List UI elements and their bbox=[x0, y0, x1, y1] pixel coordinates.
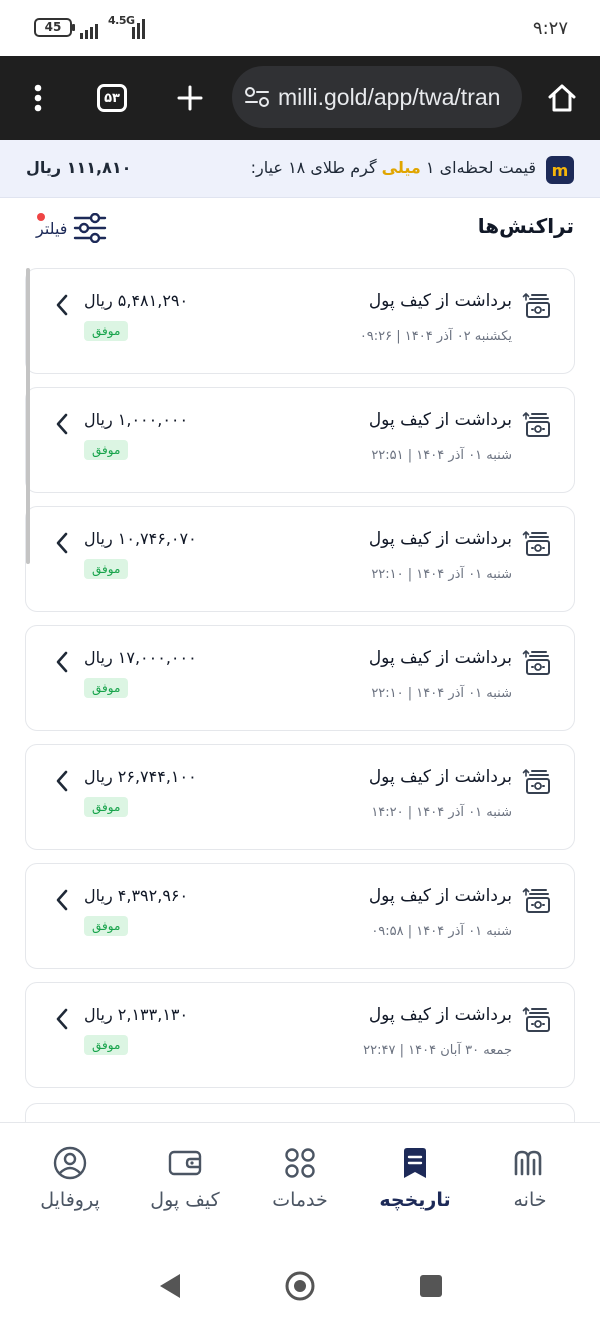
nav-item-wallet[interactable]: کیف پول bbox=[125, 1123, 245, 1241]
chevron-left-icon[interactable] bbox=[54, 650, 70, 674]
nav-label-home: خانه bbox=[513, 1189, 547, 1211]
status-badge: موفق bbox=[84, 559, 129, 579]
status-badge: موفق bbox=[84, 797, 129, 817]
transaction-date: جمعه ۳۰ آبان ۱۴۰۴ | ۲۲:۴۷ bbox=[363, 1043, 512, 1058]
home-logo-icon bbox=[512, 1145, 548, 1181]
new-tab-icon[interactable] bbox=[168, 76, 212, 120]
chevron-left-icon[interactable] bbox=[54, 1007, 70, 1031]
transaction-type: برداشت از کیف پول bbox=[368, 410, 512, 430]
transaction-type: برداشت از کیف پول bbox=[368, 1005, 512, 1025]
transaction-type: برداشت از کیف پول bbox=[368, 886, 512, 906]
nav-item-history[interactable]: تاریخچه bbox=[355, 1123, 475, 1241]
chevron-left-icon[interactable] bbox=[54, 293, 70, 317]
withdraw-icon bbox=[522, 531, 550, 556]
nav-item-services[interactable]: خدمات bbox=[240, 1123, 360, 1241]
transaction-type: برداشت از کیف پول bbox=[368, 767, 512, 787]
back-icon[interactable] bbox=[158, 1272, 182, 1300]
ticker-label-start: قیمت لحظه‌ای ۱ bbox=[420, 158, 536, 177]
wallet-icon bbox=[167, 1145, 203, 1181]
transaction-type: برداشت از کیف پول bbox=[368, 529, 512, 549]
transaction-amount: ۵,۴۸۱,۲۹۰ ریال bbox=[84, 291, 189, 310]
withdraw-icon bbox=[522, 1007, 550, 1032]
network-type: 4.5G bbox=[108, 14, 135, 27]
transaction-type: برداشت از کیف پول bbox=[368, 648, 512, 668]
transaction-card[interactable]: برداشت از کیف پول شنبه ۰۱ آذر ۱۴۰۴ | ۲۲:… bbox=[25, 625, 575, 731]
nav-item-profile[interactable]: پروفایل bbox=[10, 1123, 130, 1241]
menu-icon[interactable] bbox=[16, 76, 60, 120]
transaction-amount: ۴,۳۹۲,۹۶۰ ریال bbox=[84, 886, 189, 905]
status-badge: موفق bbox=[84, 916, 129, 936]
profile-icon bbox=[52, 1145, 88, 1181]
transaction-date: شنبه ۰۱ آذر ۱۴۰۴ | ۱۴:۲۰ bbox=[371, 805, 512, 820]
nav-label-wallet: کیف پول bbox=[150, 1189, 220, 1211]
ticker-label: قیمت لحظه‌ای ۱ میلی گرم طلای ۱۸ عیار: bbox=[251, 158, 536, 177]
transaction-card[interactable]: برداشت از کیف پول یکشنبه ۰۲ آذر ۱۴۰۴ | ۰… bbox=[25, 268, 575, 374]
chevron-left-icon[interactable] bbox=[54, 769, 70, 793]
ticker-label-end: گرم طلای ۱۸ عیار: bbox=[250, 158, 382, 177]
filter-indicator-dot bbox=[37, 213, 45, 221]
transaction-amount: ۲۶,۷۴۴,۱۰۰ ریال bbox=[84, 767, 197, 786]
chevron-left-icon[interactable] bbox=[54, 531, 70, 555]
chevron-left-icon[interactable] bbox=[54, 412, 70, 436]
status-badge: موفق bbox=[84, 1035, 129, 1055]
battery-level: 45 bbox=[44, 20, 62, 34]
transaction-type: برداشت از کیف پول bbox=[368, 291, 512, 311]
filter-sliders-icon bbox=[74, 213, 107, 243]
home-icon[interactable] bbox=[540, 76, 584, 120]
filter-label: فیلتر bbox=[36, 218, 68, 238]
services-grid-icon bbox=[282, 1145, 318, 1181]
ticker-highlight: میلی bbox=[381, 158, 421, 177]
chevron-left-icon[interactable] bbox=[54, 888, 70, 912]
bottom-navigation: خانه تاریخچه خدمات کیف پول پروفایل bbox=[0, 1122, 600, 1240]
site-settings-icon[interactable] bbox=[244, 86, 270, 108]
history-icon bbox=[397, 1145, 433, 1181]
status-badge: موفق bbox=[84, 321, 129, 341]
transaction-amount: ۲,۱۳۳,۱۳۰ ریال bbox=[84, 1005, 189, 1024]
filter-button[interactable]: فیلتر bbox=[36, 212, 107, 244]
transaction-list: برداشت از کیف پول یکشنبه ۰۲ آذر ۱۴۰۴ | ۰… bbox=[25, 268, 575, 1088]
transaction-card[interactable]: برداشت از کیف پول جمعه ۳۰ آبان ۱۴۰۴ | ۲۲… bbox=[25, 982, 575, 1088]
transaction-amount: ۱۷,۰۰۰,۰۰۰ ریال bbox=[84, 648, 197, 667]
logo-letter: m bbox=[551, 160, 569, 180]
withdraw-icon bbox=[522, 650, 550, 675]
transaction-date: شنبه ۰۱ آذر ۱۴۰۴ | ۰۹:۵۸ bbox=[371, 924, 512, 939]
url-bar[interactable]: milli.gold/app/twa/tran bbox=[232, 66, 522, 128]
transaction-card[interactable]: برداشت از کیف پول شنبه ۰۱ آذر ۱۴۰۴ | ۲۲:… bbox=[25, 506, 575, 612]
home-circle-icon[interactable] bbox=[284, 1270, 316, 1302]
milli-logo-icon: m bbox=[546, 156, 574, 184]
transaction-date: یکشنبه ۰۲ آذر ۱۴۰۴ | ۰۹:۲۶ bbox=[359, 329, 512, 344]
nav-item-home[interactable]: خانه bbox=[470, 1123, 590, 1241]
status-bar: 45 4.5G ۹:۲۷ bbox=[0, 0, 600, 56]
nav-label-history: تاریخچه bbox=[379, 1189, 451, 1211]
transaction-card[interactable]: برداشت از کیف پول شنبه ۰۱ آذر ۱۴۰۴ | ۲۲:… bbox=[25, 387, 575, 493]
transaction-card[interactable]: برداشت از کیف پول شنبه ۰۱ آذر ۱۴۰۴ | ۱۴:… bbox=[25, 744, 575, 850]
gold-price-ticker: m قیمت لحظه‌ای ۱ میلی گرم طلای ۱۸ عیار: … bbox=[0, 140, 600, 198]
status-badge: موفق bbox=[84, 440, 129, 460]
tab-count: ۵۳ bbox=[97, 84, 127, 112]
page-title: تراکنش‌ها bbox=[477, 214, 574, 238]
nav-label-profile: پروفایل bbox=[40, 1189, 100, 1211]
status-time: ۹:۲۷ bbox=[532, 18, 568, 39]
android-navigation-bar bbox=[0, 1240, 600, 1333]
transaction-card[interactable]: برداشت از کیف پول شنبه ۰۱ آذر ۱۴۰۴ | ۰۹:… bbox=[25, 863, 575, 969]
transaction-date: شنبه ۰۱ آذر ۱۴۰۴ | ۲۲:۱۰ bbox=[371, 567, 512, 582]
recents-icon[interactable] bbox=[418, 1273, 444, 1299]
withdraw-icon bbox=[522, 412, 550, 437]
withdraw-icon bbox=[522, 888, 550, 913]
tabs-button[interactable]: ۵۳ bbox=[90, 76, 134, 120]
battery-icon: 45 bbox=[34, 18, 75, 37]
ticker-price: ۱۱۱,۸۱۰ ریال bbox=[26, 158, 132, 177]
status-badge: موفق bbox=[84, 678, 129, 698]
transaction-date: شنبه ۰۱ آذر ۱۴۰۴ | ۲۲:۱۰ bbox=[371, 686, 512, 701]
scroll-indicator[interactable] bbox=[26, 268, 30, 564]
transaction-amount: ۱,۰۰۰,۰۰۰ ریال bbox=[84, 410, 189, 429]
withdraw-icon bbox=[522, 293, 550, 318]
withdraw-icon bbox=[522, 769, 550, 794]
url-text: milli.gold/app/twa/tran bbox=[278, 83, 501, 110]
transaction-amount: ۱۰,۷۴۶,۰۷۰ ریال bbox=[84, 529, 197, 548]
nav-label-services: خدمات bbox=[272, 1189, 328, 1211]
transaction-date: شنبه ۰۱ آذر ۱۴۰۴ | ۲۲:۵۱ bbox=[371, 448, 512, 463]
browser-toolbar: ۵۳ milli.gold/app/twa/tran bbox=[0, 56, 600, 140]
